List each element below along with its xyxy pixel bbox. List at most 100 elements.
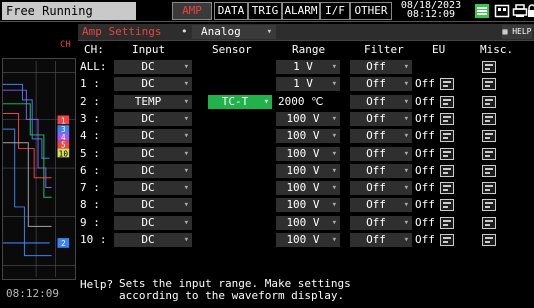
misc-settings-icon[interactable]	[482, 164, 496, 177]
input-value: DC	[141, 233, 155, 246]
channel-label: 1 :	[80, 77, 100, 91]
col-ch: CH:	[84, 43, 104, 56]
screen-icon[interactable]	[494, 3, 510, 19]
eu-settings-icon[interactable]	[440, 199, 454, 212]
waveform-display[interactable]: 1 3 4 5 10 2	[2, 58, 76, 280]
printer-icon[interactable]	[512, 3, 528, 19]
filter-value: Off	[366, 181, 386, 195]
misc-settings-icon[interactable]	[482, 234, 496, 246]
filter-select[interactable]: Off ▾	[350, 94, 412, 109]
eu-value: Off	[415, 77, 435, 91]
input-select[interactable]: DC ▾	[114, 60, 192, 74]
range-select[interactable]: 100 V ▾	[276, 181, 340, 196]
chevron-down-icon: ▾	[331, 217, 337, 228]
misc-settings-icon[interactable]	[482, 216, 496, 229]
range-select[interactable]: 100 V ▾	[276, 215, 340, 230]
eu-settings-icon[interactable]	[440, 164, 454, 177]
tab-trig[interactable]: TRIG	[248, 2, 282, 20]
chevron-down-icon: ▾	[331, 200, 337, 211]
filter-select[interactable]: Off ▾	[350, 215, 412, 230]
eu-settings-icon[interactable]	[440, 147, 454, 160]
input-select[interactable]: DC ▾	[114, 198, 192, 213]
filter-select[interactable]: Off ▾	[350, 181, 412, 196]
tab-if[interactable]: I/F	[320, 2, 350, 20]
filter-select[interactable]: Off ▾	[350, 111, 412, 126]
input-value: DC	[141, 77, 155, 91]
filter-select[interactable]: Off ▾	[350, 163, 412, 178]
misc-settings-icon[interactable]	[482, 61, 496, 73]
range-select[interactable]: 100 V ▾	[276, 146, 340, 161]
sensor-select[interactable]: TC-T ▾	[208, 94, 272, 109]
tab-amp[interactable]: AMP	[172, 2, 212, 20]
mode-select-value: Analog	[201, 25, 241, 38]
lock-icon[interactable]	[528, 3, 534, 19]
chevron-down-icon: ▾	[183, 183, 189, 194]
input-select[interactable]: TEMP ▾	[114, 94, 192, 109]
eu-settings-icon[interactable]	[440, 234, 454, 246]
misc-settings-icon[interactable]	[482, 130, 496, 143]
input-select[interactable]: DC ▾	[114, 163, 192, 178]
misc-settings-icon[interactable]	[482, 199, 496, 212]
eu-settings-icon[interactable]	[440, 130, 454, 143]
misc-settings-icon[interactable]	[482, 95, 496, 108]
input-select[interactable]: DC ▾	[114, 77, 192, 92]
eu-settings-icon[interactable]	[440, 216, 454, 229]
eu-settings-icon[interactable]	[440, 182, 454, 195]
range-select[interactable]: 100 V ▾	[276, 163, 340, 178]
eu-settings-icon[interactable]	[440, 78, 454, 91]
eu-value: Off	[415, 146, 435, 160]
menu-icon[interactable]	[474, 3, 490, 19]
range-value: 100 V	[286, 233, 320, 246]
input-select[interactable]: DC ▾	[114, 146, 192, 161]
range-value: 100 V	[286, 146, 320, 160]
table-row: 8 : DC ▾ 100 V ▾ Off ▾ Off	[78, 197, 534, 214]
filter-select[interactable]: Off ▾	[350, 198, 412, 213]
input-select[interactable]: DC ▾	[114, 181, 192, 196]
mode-select[interactable]: Analog ▾	[192, 25, 276, 39]
misc-settings-icon[interactable]	[482, 182, 496, 195]
input-select[interactable]: DC ▾	[114, 111, 192, 126]
table-row: 2 : TEMP ▾ TC-T ▾ 2000 ℃ Off ▾ Off	[78, 94, 534, 111]
chevron-down-icon: ▾	[403, 235, 409, 245]
channel-label: 5 :	[80, 146, 100, 160]
chevron-down-icon: ▾	[331, 148, 337, 159]
ch-marker-10-label: 10	[59, 149, 69, 158]
range-select[interactable]: 1 V ▾	[276, 60, 340, 74]
chevron-down-icon: ▾	[183, 62, 189, 72]
misc-settings-icon[interactable]	[482, 112, 496, 125]
range-select[interactable]: 1 V ▾	[276, 77, 340, 92]
separator-dot: •	[181, 25, 188, 38]
tab-data[interactable]: DATA	[214, 2, 248, 20]
eu-value: Off	[415, 198, 435, 212]
input-value: DC	[141, 60, 155, 73]
input-select[interactable]: DC ▾	[114, 129, 192, 144]
run-mode: Free Running	[2, 2, 136, 20]
filter-select[interactable]: Off ▾	[350, 77, 412, 92]
eu-settings-icon[interactable]	[440, 95, 454, 108]
range-select[interactable]: 100 V ▾	[276, 198, 340, 213]
filter-select[interactable]: Off ▾	[350, 146, 412, 161]
help-label: HELP	[512, 27, 532, 36]
eu-settings-icon[interactable]	[440, 112, 454, 125]
range-select[interactable]: 100 V ▾	[276, 111, 340, 126]
range-select[interactable]: 100 V ▾	[276, 129, 340, 144]
input-value: DC	[141, 215, 155, 229]
tab-other[interactable]: OTHER	[350, 2, 392, 20]
help-button[interactable]: ▦ HELP	[502, 25, 532, 39]
input-value: DC	[141, 198, 155, 212]
tab-alarm[interactable]: ALARM	[282, 2, 320, 20]
input-select[interactable]: DC ▾	[114, 215, 192, 230]
range-value: 100 V	[286, 129, 320, 143]
range-select[interactable]: 100 V ▾	[276, 233, 340, 247]
filter-select[interactable]: Off ▾	[350, 233, 412, 247]
chevron-down-icon: ▾	[183, 79, 189, 90]
channel-label: 9 :	[80, 215, 100, 229]
misc-settings-icon[interactable]	[482, 78, 496, 91]
col-input: Input	[132, 43, 166, 56]
input-select[interactable]: DC ▾	[114, 233, 192, 247]
misc-settings-icon[interactable]	[482, 147, 496, 160]
chevron-down-icon: ▾	[403, 79, 409, 90]
filter-select[interactable]: Off ▾	[350, 60, 412, 74]
chevron-down-icon: ▾	[403, 62, 409, 72]
filter-select[interactable]: Off ▾	[350, 129, 412, 144]
